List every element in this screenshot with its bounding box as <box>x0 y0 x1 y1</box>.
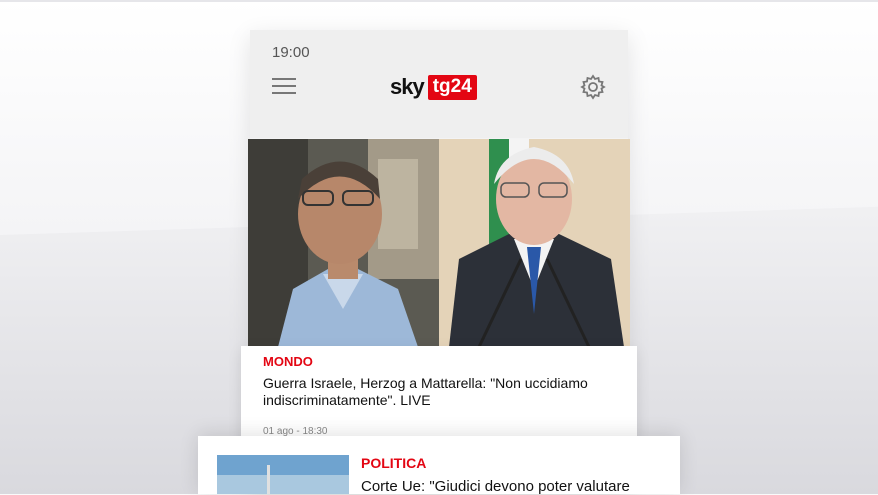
herzog-photo <box>248 139 439 347</box>
article-hero-image[interactable] <box>248 139 630 347</box>
article-title[interactable]: Corte Ue: "Giudici devono poter valutare <box>361 478 630 495</box>
article-card[interactable]: POLITICA Corte Ue: "Giudici devono poter… <box>198 436 680 495</box>
logo-tg24-text: tg24 <box>427 74 477 100</box>
top-divider <box>0 0 878 2</box>
article-title[interactable]: Guerra Israele, Herzog a Mattarella: "No… <box>263 375 623 409</box>
article-card[interactable]: MONDO Guerra Israele, Herzog a Mattarell… <box>241 346 637 438</box>
article-category: POLITICA <box>361 455 427 471</box>
logo-sky-text: sky <box>390 74 425 99</box>
hamburger-menu-icon[interactable] <box>272 78 296 98</box>
article-thumbnail[interactable] <box>217 455 349 494</box>
mattarella-photo <box>439 139 630 347</box>
status-time: 19:00 <box>272 44 310 61</box>
gear-icon[interactable] <box>580 74 606 100</box>
sky-tg24-logo[interactable]: sky tg24 <box>390 74 477 100</box>
app-header: 19:00 sky tg24 <box>250 30 628 138</box>
article-category: MONDO <box>263 354 313 369</box>
